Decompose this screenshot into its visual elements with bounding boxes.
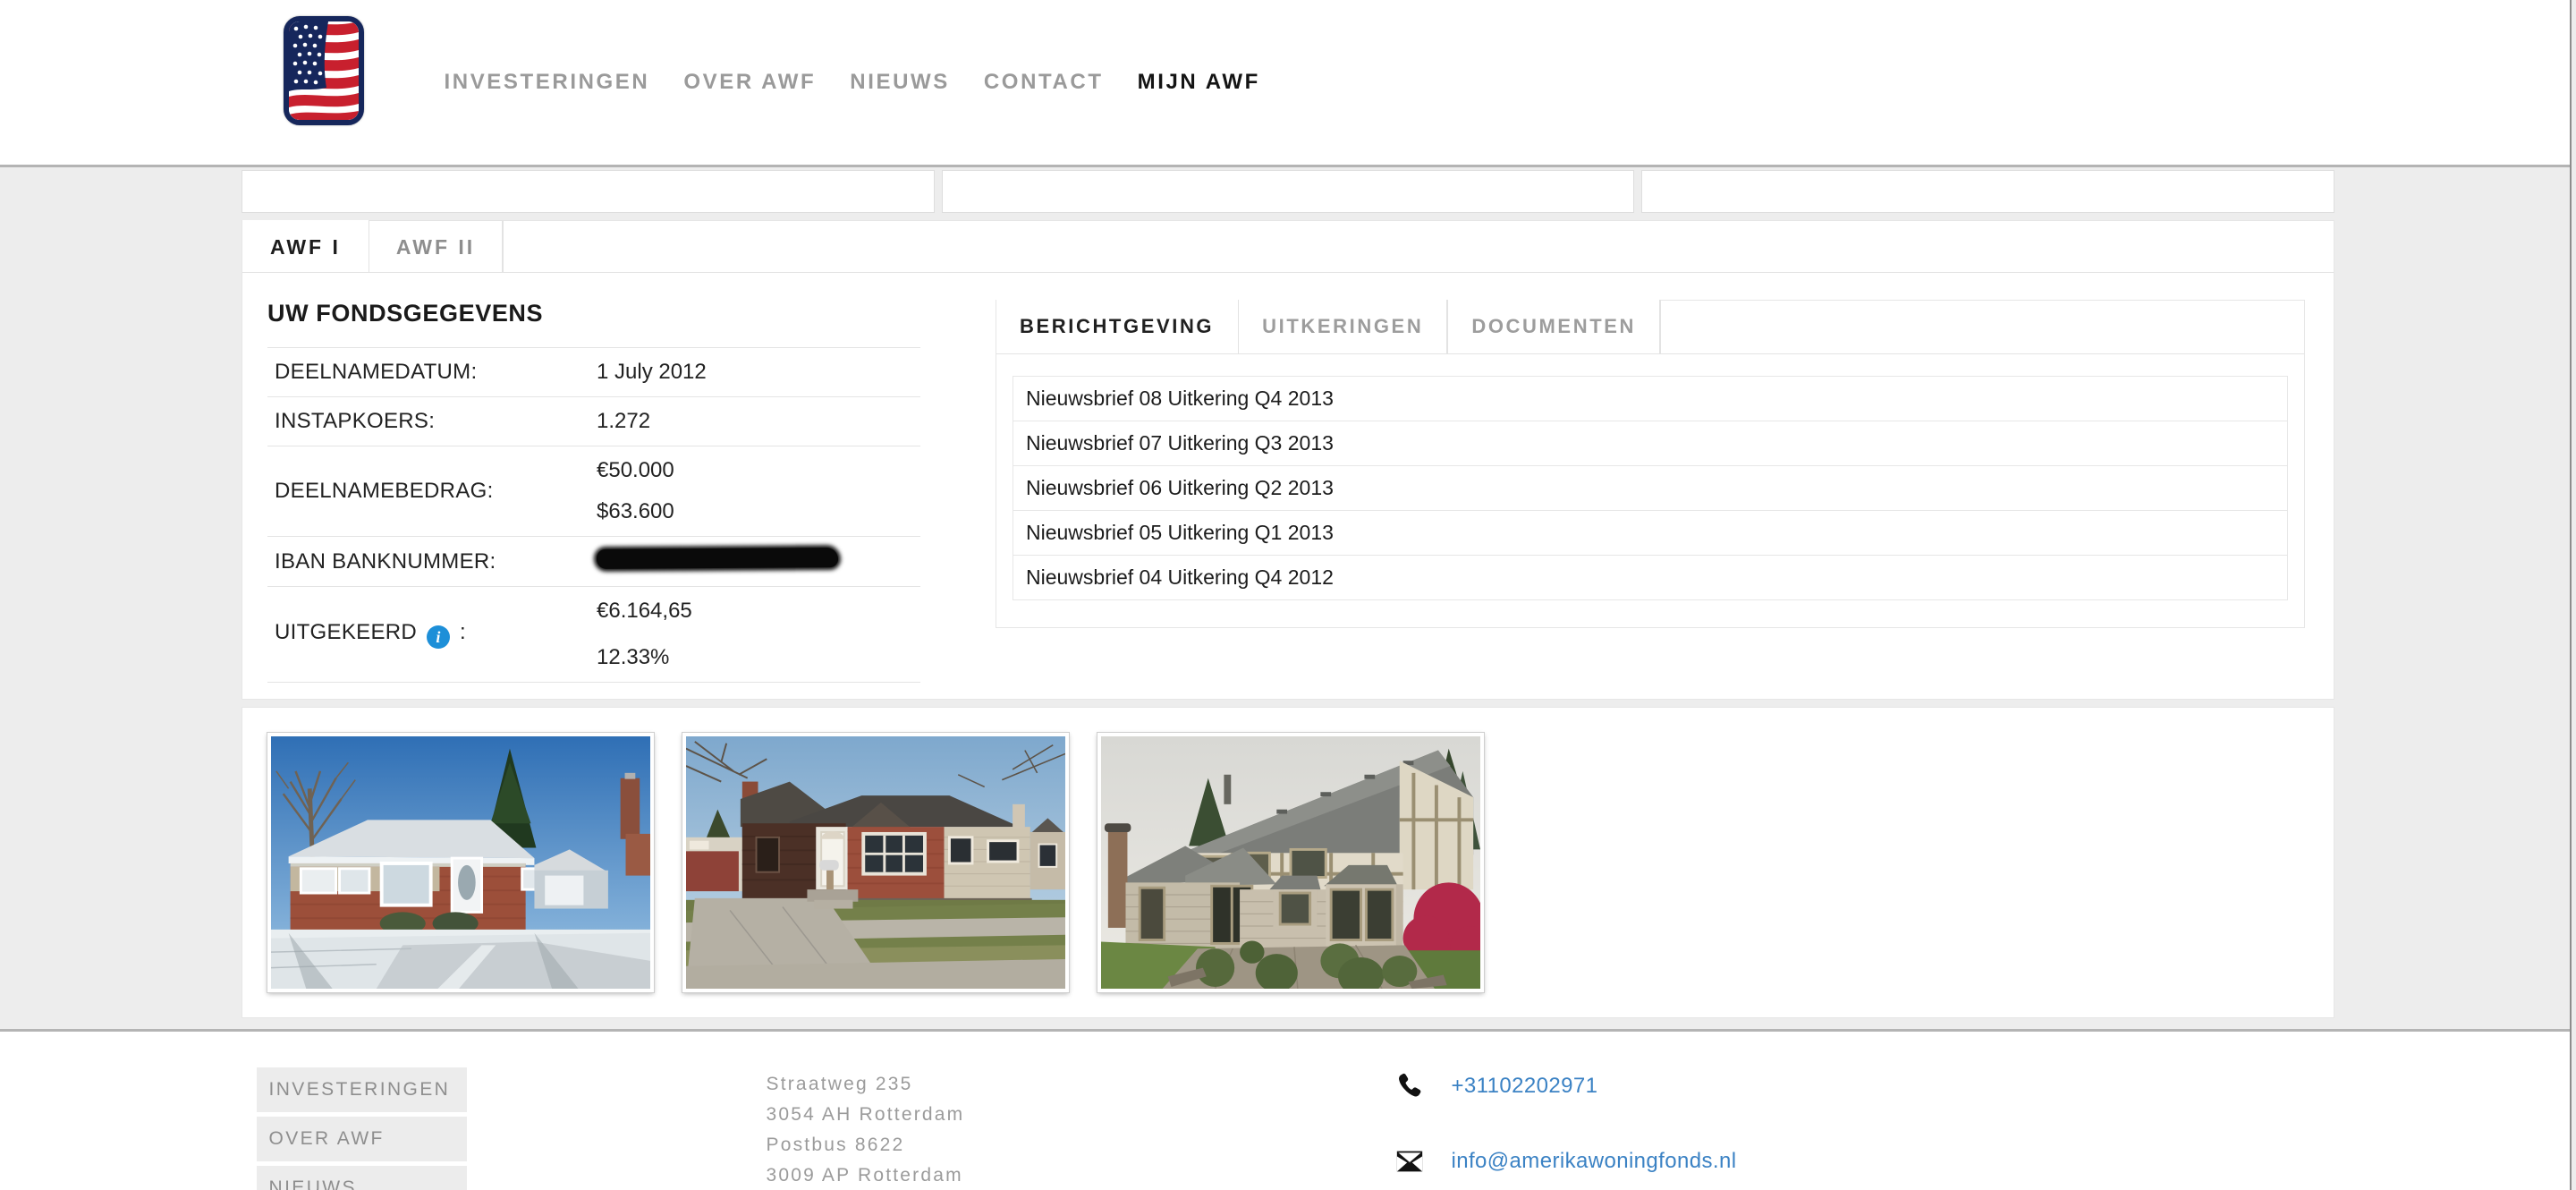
message-panel-column: BERICHTGEVING UITKERINGEN DOCUMENTEN Nie… [949, 300, 2334, 683]
list-item[interactable]: Nieuwsbrief 08 Uitkering Q4 2013 [1013, 376, 2288, 421]
row-value-instapkoers: 1.272 [597, 409, 651, 433]
row-value-uitgekeerd-amount: €6.164,65 [597, 599, 692, 623]
row-label-uitgekeerd: UITGEKEERD i : [267, 587, 580, 683]
footer-address: Straatweg 235 3054 AH Rotterdam Postbus … [740, 1067, 1294, 1190]
phone-icon [1393, 1069, 1427, 1103]
us-flag-logo[interactable] [283, 16, 364, 125]
table-row: DEELNAMEDATUM: 1 July 2012 [267, 347, 920, 397]
tab-awf-2[interactable]: AWF II [368, 220, 504, 272]
row-value-deelnamebedrag-usd: $63.600 [597, 499, 674, 523]
row-value-deelnamedatum: 1 July 2012 [597, 360, 707, 384]
tab-awf-1[interactable]: AWF I [242, 220, 369, 272]
nav-item-nieuws[interactable]: NIEUWS [850, 70, 950, 95]
row-label-uitgekeerd-text: UITGEKEERD [275, 620, 418, 644]
nav-item-contact[interactable]: CONTACT [984, 70, 1104, 95]
phone-link[interactable]: +31102202971 [1452, 1074, 1598, 1099]
message-tab-strip: BERICHTGEVING UITKERINGEN DOCUMENTEN [996, 300, 2304, 354]
list-item[interactable]: Nieuwsbrief 05 Uitkering Q1 2013 [1013, 510, 2288, 555]
row-label-instapkoers: INSTAPKOERS: [275, 409, 436, 433]
info-icon[interactable]: i [427, 625, 450, 649]
fund-details-column: UW FONDSGEGEVENS DEELNAMEDATUM: 1 July 2… [242, 300, 949, 683]
email-link[interactable]: info@amerikawoningfonds.nl [1452, 1149, 1737, 1174]
nav-item-investeringen[interactable]: INVESTERINGEN [445, 70, 650, 95]
row-value-uitgekeerd-percent: 12.33% [597, 645, 670, 669]
property-photo-tudor-two-story[interactable] [1097, 733, 1484, 992]
tab-berichtgeving[interactable]: BERICHTGEVING [996, 300, 1239, 353]
contact-row-email: info@amerikawoningfonds.nl [1393, 1144, 2332, 1178]
browser-viewport: AWF I AWF II UW FONDSGEGEVENS DEELNAMEDA… [0, 0, 2576, 1190]
fund-tab-strip: AWF I AWF II [242, 220, 2334, 273]
property-photo-brick-ranch-winter[interactable] [267, 733, 654, 992]
summary-panels-row [242, 170, 2335, 213]
table-row: DEELNAMEBEDRAG: €50.000 $63.600 [267, 446, 920, 537]
fund-details-table: DEELNAMEDATUM: 1 July 2012 INSTAPKOERS: … [267, 347, 920, 683]
list-item[interactable]: Nieuwsbrief 07 Uitkering Q3 2013 [1013, 421, 2288, 465]
list-item[interactable]: Nieuwsbrief 06 Uitkering Q2 2013 [1013, 465, 2288, 510]
site-footer: INVESTERINGEN OVER AWF NIEUWS Straatweg … [0, 1029, 2570, 1190]
summary-panel-2[interactable] [941, 170, 1635, 213]
nav-item-over-awf[interactable]: OVER AWF [683, 70, 816, 95]
footer-nav-nieuws[interactable]: NIEUWS [256, 1166, 467, 1190]
footer-nav-investeringen[interactable]: INVESTERINGEN [256, 1067, 467, 1112]
message-list: Nieuwsbrief 08 Uitkering Q4 2013 Nieuwsb… [996, 354, 2304, 627]
tab-documenten[interactable]: DOCUMENTEN [1447, 300, 1660, 353]
table-row: IBAN BANKNUMMER: [267, 536, 920, 587]
fund-tabs-card: AWF I AWF II UW FONDSGEGEVENS DEELNAMEDA… [242, 220, 2334, 700]
address-line-street: Straatweg 235 [766, 1074, 913, 1094]
mail-icon [1393, 1144, 1427, 1178]
redaction-mark [596, 548, 839, 569]
main-navigation: INVESTERINGEN OVER AWF NIEUWS CONTACT MI… [445, 70, 1260, 95]
tab-uitkeringen[interactable]: UITKERINGEN [1238, 300, 1448, 353]
row-value-iban [580, 537, 920, 587]
nav-item-mijn-awf[interactable]: MIJN AWF [1138, 70, 1260, 95]
footer-navigation: INVESTERINGEN OVER AWF NIEUWS [239, 1067, 740, 1190]
scrollbar-track[interactable] [2570, 0, 2576, 1190]
property-photo-dark-brick-bungalow[interactable] [682, 733, 1069, 992]
row-value-deelnamebedrag: €50.000 $63.600 [580, 446, 920, 537]
contact-row-phone: +31102202971 [1393, 1069, 2332, 1103]
fund-details-title: UW FONDSGEGEVENS [267, 300, 544, 327]
message-panel-card: BERICHTGEVING UITKERINGEN DOCUMENTEN Nie… [996, 300, 2305, 628]
row-value-uitgekeerd: €6.164,65 12.33% [580, 587, 920, 683]
summary-panel-3[interactable] [1641, 170, 2335, 213]
list-item[interactable]: Nieuwsbrief 04 Uitkering Q4 2012 [1013, 555, 2288, 600]
row-value-deelnamebedrag-eur: €50.000 [597, 458, 674, 482]
row-label-uitgekeerd-colon: : [459, 620, 466, 644]
address-line-postbus-city: 3009 AP Rotterdam [766, 1165, 963, 1186]
row-label-deelnamedatum: DEELNAMEDATUM: [275, 360, 478, 384]
message-tab-filler [1660, 300, 2304, 353]
site-header: INVESTERINGEN OVER AWF NIEUWS CONTACT MI… [0, 0, 2570, 167]
table-row: INSTAPKOERS: 1.272 [267, 396, 920, 446]
address-line-city: 3054 AH Rotterdam [766, 1104, 965, 1125]
fund-tab-body: UW FONDSGEGEVENS DEELNAMEDATUM: 1 July 2… [242, 273, 2334, 683]
footer-nav-over-awf[interactable]: OVER AWF [256, 1117, 467, 1161]
table-row: UITGEKEERD i : €6.164,65 12.33% [267, 586, 920, 683]
summary-panel-1[interactable] [242, 170, 935, 213]
row-label-iban: IBAN BANKNUMMER: [275, 548, 496, 574]
property-gallery [242, 707, 2334, 1018]
footer-contact: +31102202971 info@amerikawoningfonds.nl [1294, 1067, 2332, 1190]
address-line-postbus: Postbus 8622 [766, 1135, 905, 1155]
tab-strip-filler [503, 220, 2334, 272]
row-label-deelnamebedrag: DEELNAMEBEDRAG: [275, 479, 494, 503]
